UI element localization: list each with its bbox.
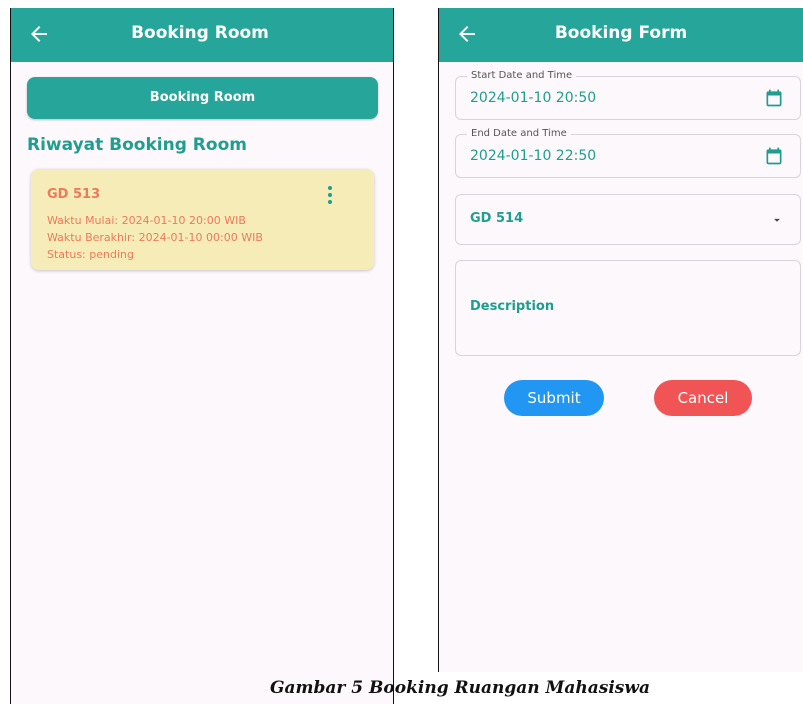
- end-datetime-value: 2024-01-10 22:50: [470, 148, 597, 164]
- booking-history-card[interactable]: GD 513 Waktu Mulai: 2024-01-10 20:00 WIB…: [31, 169, 374, 270]
- end-datetime-label: End Date and Time: [467, 128, 571, 139]
- end-datetime-field[interactable]: End Date and Time 2024-01-10 22:50: [455, 128, 801, 178]
- start-datetime-value: 2024-01-10 20:50: [470, 90, 597, 106]
- description-field[interactable]: Description: [455, 260, 801, 356]
- card-room-name: GD 513: [47, 187, 101, 202]
- cancel-button[interactable]: Cancel: [654, 380, 752, 416]
- dropdown-arrow-icon[interactable]: [770, 213, 784, 227]
- booking-form-screen: Booking Form Start Date and Time 2024-01…: [438, 8, 803, 672]
- card-end-time: Waktu Berakhir: 2024-01-10 00:00 WIB: [47, 231, 263, 244]
- app-bar: Booking Room: [11, 8, 393, 62]
- room-select-value: GD 514: [470, 211, 524, 226]
- app-bar: Booking Form: [439, 8, 803, 62]
- calendar-icon[interactable]: [764, 146, 784, 166]
- history-title: Riwayat Booking Room: [27, 135, 247, 155]
- more-vert-icon[interactable]: [324, 186, 336, 206]
- room-select[interactable]: GD 514: [455, 194, 801, 245]
- start-datetime-label: Start Date and Time: [467, 70, 577, 81]
- start-datetime-field[interactable]: Start Date and Time 2024-01-10 20:50: [455, 70, 801, 120]
- card-start-time: Waktu Mulai: 2024-01-10 20:00 WIB: [47, 214, 246, 227]
- booking-room-screen: Booking Room Booking Room Riwayat Bookin…: [10, 8, 394, 704]
- description-label: Description: [470, 299, 555, 314]
- app-bar-title: Booking Room: [131, 23, 269, 43]
- booking-room-button[interactable]: Booking Room: [27, 77, 378, 119]
- card-status: Status: pending: [47, 248, 134, 261]
- app-bar-title: Booking Form: [554, 23, 688, 43]
- calendar-icon[interactable]: [764, 88, 784, 108]
- submit-button[interactable]: Submit: [504, 380, 604, 416]
- figure-caption: Gambar 5 Booking Ruangan Mahasiswa: [270, 678, 650, 698]
